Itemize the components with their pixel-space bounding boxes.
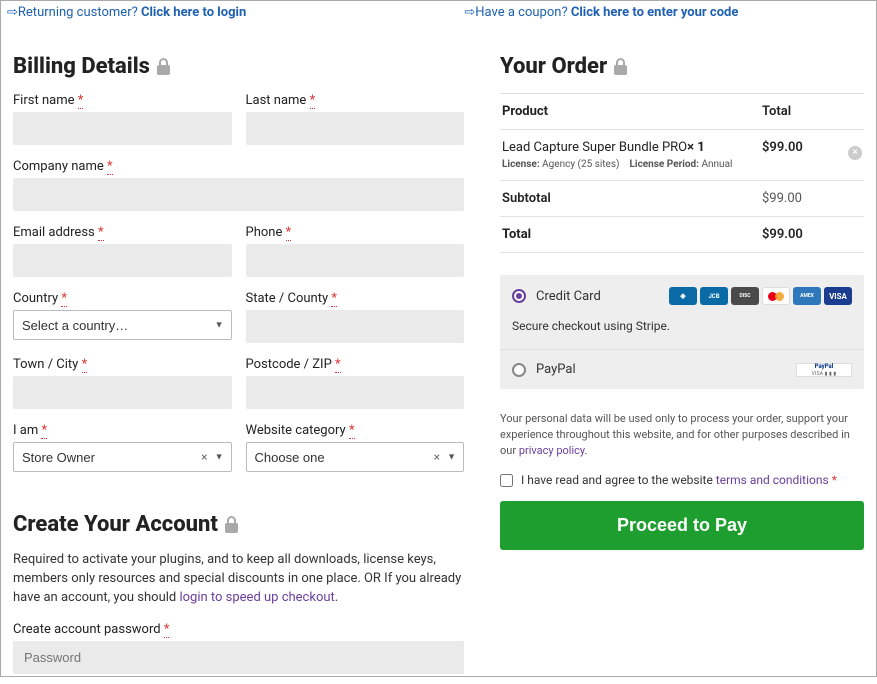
terms-checkbox[interactable] <box>500 474 513 487</box>
town-input[interactable] <box>13 376 232 409</box>
login-link[interactable]: Click here to login <box>141 5 246 20</box>
terms-row[interactable]: I have read and agree to the website ter… <box>500 473 864 487</box>
account-heading-text: Create Your Account <box>13 512 218 537</box>
lock-icon <box>224 516 239 533</box>
postcode-label: Postcode / ZIP * <box>246 357 465 372</box>
arrow-icon: ⇨ <box>464 5 475 20</box>
country-label: Country * <box>13 291 232 306</box>
credit-card-label: Credit Card <box>536 289 601 304</box>
last-name-label: Last name * <box>246 93 465 108</box>
col-product: Product <box>502 104 762 119</box>
postcode-input[interactable] <box>246 376 465 409</box>
total-value: $99.00 <box>762 227 840 242</box>
total-label: Total <box>502 227 762 242</box>
order-table: Product Total Lead Capture Super Bundle … <box>500 93 864 253</box>
clear-icon[interactable]: × <box>434 450 440 464</box>
jcb-icon: JCB <box>700 287 728 305</box>
paypal-label: PayPal <box>536 362 576 377</box>
lock-icon <box>156 58 171 75</box>
clear-icon[interactable]: × <box>201 450 207 464</box>
top-links: ⇨Returning customer? Click here to login… <box>1 1 876 22</box>
visa-icon: VISA <box>824 287 852 305</box>
website-cat-select[interactable]: Choose one <box>246 442 465 472</box>
privacy-policy-link[interactable]: privacy policy <box>519 444 585 457</box>
credit-card-option[interactable]: Credit Card ◈ JCB DISC AMEX VISA <box>500 275 864 317</box>
password-label: Create account password * <box>13 622 464 637</box>
returning-customer-row: ⇨Returning customer? Click here to login <box>7 5 464 20</box>
arrow-icon: ⇨ <box>7 5 18 20</box>
account-help: Required to activate your plugins, and t… <box>13 551 464 608</box>
proceed-to-pay-button[interactable]: Proceed to Pay <box>500 501 864 550</box>
terms-prefix: I have read and agree to the website <box>521 473 716 487</box>
total-row: Total $99.00 <box>500 217 864 253</box>
mastercard-icon <box>762 287 790 305</box>
billing-heading: Billing Details <box>13 54 464 79</box>
login-speedup-link[interactable]: login to speed up checkout <box>179 590 334 605</box>
terms-link[interactable]: terms and conditions <box>716 473 829 487</box>
town-label: Town / City * <box>13 357 232 372</box>
country-select[interactable]: Select a country… <box>13 310 232 340</box>
subtotal-label: Subtotal <box>502 191 762 206</box>
payment-box: Credit Card ◈ JCB DISC AMEX VISA Secure … <box>500 275 864 389</box>
col-total: Total <box>762 104 840 119</box>
state-input[interactable] <box>246 310 465 343</box>
columns: Billing Details First name * Last name *… <box>1 22 876 684</box>
coupon-link[interactable]: Click here to enter your code <box>571 5 739 20</box>
coupon-row: ⇨Have a coupon? Click here to enter your… <box>464 5 870 20</box>
order-header-row: Product Total <box>500 94 864 130</box>
order-heading-text: Your Order <box>500 54 607 79</box>
checkout-page: ⇨Returning customer? Click here to login… <box>0 0 877 677</box>
phone-input[interactable] <box>246 244 465 277</box>
diners-icon: ◈ <box>669 287 697 305</box>
coupon-prefix: Have a coupon? <box>475 5 571 20</box>
product-meta: License: Agency (25 sites) License Perio… <box>502 159 762 170</box>
order-item-row: Lead Capture Super Bundle PRO× 1 License… <box>500 130 864 181</box>
email-label: Email address * <box>13 225 232 240</box>
paypal-icon: PayPal VISA ▮ ▮ ▮ <box>796 363 852 377</box>
discover-icon: DISC <box>731 287 759 305</box>
company-input[interactable] <box>13 178 464 211</box>
website-cat-label: Website category * <box>246 423 465 438</box>
card-icons: ◈ JCB DISC AMEX VISA <box>669 287 852 305</box>
email-input[interactable] <box>13 244 232 277</box>
iam-select[interactable]: Store Owner <box>13 442 232 472</box>
iam-label: I am * <box>13 423 232 438</box>
first-name-label: First name * <box>13 93 232 108</box>
phone-label: Phone * <box>246 225 465 240</box>
amex-icon: AMEX <box>793 287 821 305</box>
left-column: Billing Details First name * Last name *… <box>13 28 464 674</box>
first-name-input[interactable] <box>13 112 232 145</box>
product-name: Lead Capture Super Bundle PRO× 1 <box>502 140 762 155</box>
order-heading: Your Order <box>500 54 864 79</box>
right-column: Your Order Product Total Lead Capture Su… <box>500 28 864 674</box>
subtotal-value: $99.00 <box>762 191 840 206</box>
company-label: Company name * <box>13 159 464 174</box>
privacy-note: Your personal data will be used only to … <box>500 411 864 459</box>
subtotal-row: Subtotal $99.00 <box>500 181 864 217</box>
billing-heading-text: Billing Details <box>13 54 150 79</box>
secure-note: Secure checkout using Stripe. <box>500 317 864 349</box>
radio-selected-icon[interactable] <box>512 289 526 303</box>
returning-prefix: Returning customer? <box>18 5 141 20</box>
item-price: $99.00 <box>762 140 840 155</box>
paypal-option[interactable]: PayPal PayPal VISA ▮ ▮ ▮ <box>500 349 864 389</box>
last-name-input[interactable] <box>246 112 465 145</box>
remove-item-icon[interactable]: × <box>848 146 862 160</box>
password-input[interactable] <box>13 641 464 674</box>
lock-icon <box>613 58 628 75</box>
radio-unselected-icon[interactable] <box>512 363 526 377</box>
account-heading: Create Your Account <box>13 512 464 537</box>
state-label: State / County * <box>246 291 465 306</box>
